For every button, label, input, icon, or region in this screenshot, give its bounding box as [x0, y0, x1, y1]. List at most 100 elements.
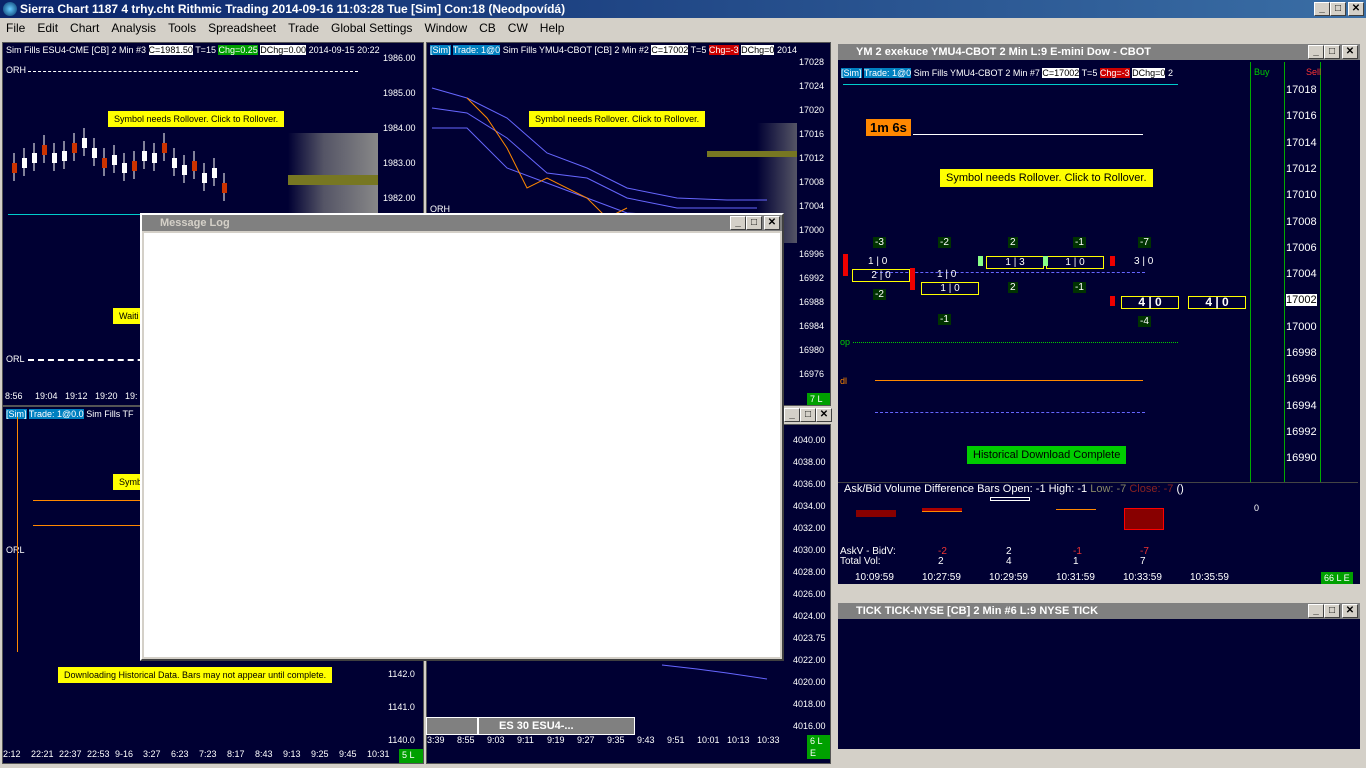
message-log-content[interactable] — [144, 233, 780, 657]
price-label: 4018.00 — [793, 699, 826, 709]
footprint-area[interactable]: -3 -2 2 -1 -7 -2 -1 2 -1 -4 1 | 02 | 01 | 01 | 01 … — [838, 234, 1258, 334]
chart-symbol: Sim Fills TF — [86, 409, 134, 419]
time-label: 10:13 — [727, 735, 750, 745]
candle-body — [182, 165, 187, 175]
time-label: 10:33 — [757, 735, 780, 745]
op-line — [853, 342, 1178, 343]
minimized-window[interactable] — [426, 717, 478, 735]
footprint-cell: 1 | 0 — [921, 282, 979, 295]
time-label: 8:56 — [5, 391, 23, 401]
ym-window[interactable]: YM 2 exekuce YMU4-CBOT 2 Min L:9 E-mini … — [836, 42, 1362, 598]
candle-body — [32, 153, 37, 163]
price-label: 1142.0 — [388, 669, 415, 679]
study-bar — [856, 510, 896, 517]
study-bar — [1124, 508, 1164, 530]
band-line — [466, 97, 628, 218]
price-label: 4026.00 — [793, 589, 826, 599]
price-label: 17014 — [1286, 136, 1317, 149]
footprint-cell: 4 | 0 — [1121, 296, 1179, 309]
price-label: 4022.00 — [793, 655, 826, 665]
time-label: 8:17 — [227, 749, 245, 759]
close-value: C=17002 — [1042, 68, 1080, 78]
tick-titlebar[interactable]: TICK TICK-NYSE [CB] 2 Min #6 L:9 NYSE TI… — [838, 603, 1360, 619]
ym-close[interactable]: ✕ — [1342, 45, 1358, 59]
price-axis: 1142.0 1141.0 1140.0 — [388, 669, 423, 749]
price-label: 17006 — [1286, 241, 1317, 254]
study-panel: Ask/Bid Volume Difference Bars Open: -1 … — [838, 482, 1358, 584]
time-label: 9:25 — [311, 749, 329, 759]
candle-body — [92, 148, 97, 158]
footprint-cell: 1 | 0 — [868, 256, 888, 267]
daily-change: DChg=0 — [741, 45, 775, 55]
chart-date: 2014 — [776, 45, 797, 55]
chart4-minimize[interactable]: _ — [784, 408, 800, 422]
menu-trade[interactable]: Trade — [282, 21, 325, 35]
study-close: Close: -7 — [1129, 483, 1174, 495]
study-bar — [1056, 509, 1096, 510]
tick-maximize[interactable]: □ — [1324, 604, 1340, 618]
ym-titlebar[interactable]: YM 2 exekuce YMU4-CBOT 2 Min L:9 E-mini … — [838, 44, 1360, 60]
message-log-maximize[interactable]: □ — [746, 216, 762, 230]
menu-analysis[interactable]: Analysis — [105, 21, 162, 35]
price-axis: 17018 17016 17014 17012 17010 17008 17006 17004… — [1284, 84, 1359, 484]
study-paren: () — [1176, 483, 1184, 495]
menu-spreadsheet[interactable]: Spreadsheet — [202, 21, 282, 35]
message-log-minimize[interactable]: _ — [730, 216, 746, 230]
time-label: 10:33:59 — [1123, 572, 1162, 583]
timer-badge: 1m 6s — [866, 119, 911, 136]
message-log-titlebar[interactable]: Message Log — [142, 215, 782, 231]
orl-label: ORL — [6, 545, 25, 555]
time-label: 19: — [125, 391, 138, 401]
es30-minimized[interactable]: ES 30 ESU4-... — [478, 717, 635, 735]
chart4-maximize[interactable]: □ — [800, 408, 816, 422]
menu-help[interactable]: Help — [534, 21, 571, 35]
study-label: Ask/Bid Volume Difference Bars Open: -1 … — [844, 483, 1088, 495]
menu-tools[interactable]: Tools — [162, 21, 202, 35]
total-vol: 4 — [1006, 556, 1012, 567]
price-label: 4024.00 — [793, 611, 826, 621]
horizontal-line — [913, 134, 1143, 135]
price-label: 16984 — [799, 321, 825, 331]
candle-body — [82, 138, 87, 148]
delta-top: 2 — [1008, 237, 1018, 248]
menu-bar: File Edit Chart Analysis Tools Spreadsheet Tra… — [0, 18, 1366, 38]
trade-badge: Trade: 1@0.0 — [28, 409, 84, 419]
tick-close[interactable]: ✕ — [1342, 604, 1358, 618]
tick-minimize[interactable]: _ — [1308, 604, 1324, 618]
maximize-button[interactable]: □ — [1330, 2, 1346, 16]
chart4-close[interactable]: ✕ — [816, 408, 832, 422]
menu-cb[interactable]: CB — [473, 21, 502, 35]
menu-edit[interactable]: Edit — [31, 21, 64, 35]
price-label: 1982.00 — [383, 193, 416, 203]
message-log-window[interactable]: Message Log _ □ ✕ — [140, 213, 784, 661]
menu-cw[interactable]: CW — [502, 21, 534, 35]
h-scrollbar[interactable] — [838, 584, 1360, 596]
price-label: 17012 — [799, 153, 825, 163]
menu-chart[interactable]: Chart — [64, 21, 105, 35]
tick-value: T=5 — [1081, 68, 1098, 78]
buy-label: Buy — [1254, 67, 1270, 77]
time-label: 10:31 — [367, 749, 390, 759]
time-label: 9:03 — [487, 735, 505, 745]
close-button[interactable]: ✕ — [1348, 2, 1364, 16]
price-label: 1140.0 — [388, 735, 415, 745]
time-axis: 3:39 8:55 9:03 9:11 9:19 9:27 9:35 9:43 9:51 10:0… — [427, 735, 807, 747]
footprint-bar — [978, 256, 983, 266]
price-label: 1983.00 — [383, 158, 416, 168]
rollover-notice[interactable]: Symbol needs Rollover. Click to Rollover… — [940, 169, 1153, 187]
message-log-close[interactable]: ✕ — [764, 216, 780, 230]
hist-notice: Historical Download Complete — [967, 446, 1127, 464]
ym-minimize[interactable]: _ — [1308, 45, 1324, 59]
chart-symbol: Sim Fills YMU4-CBOT 2 Min #7 — [913, 68, 1040, 78]
menu-window[interactable]: Window — [418, 21, 473, 35]
menu-file[interactable]: File — [0, 21, 31, 35]
orh-line — [28, 71, 358, 72]
ym-maximize[interactable]: □ — [1324, 45, 1340, 59]
delta-top: -1 — [1073, 237, 1086, 248]
close-value: C=1981.50 — [148, 45, 193, 55]
tick-window[interactable]: TICK TICK-NYSE [CB] 2 Min #6 L:9 NYSE TI… — [836, 601, 1362, 765]
h-scrollbar[interactable] — [838, 749, 1360, 763]
minimize-button[interactable]: _ — [1314, 2, 1330, 16]
current-price: 17002 — [1286, 294, 1317, 307]
menu-global-settings[interactable]: Global Settings — [325, 21, 418, 35]
